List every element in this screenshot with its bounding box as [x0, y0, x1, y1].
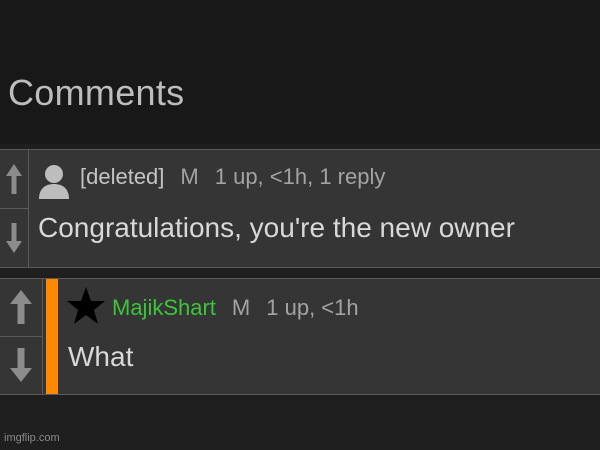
vote-controls — [0, 150, 29, 267]
upvote-button[interactable] — [0, 150, 28, 209]
comment-stats: 1 up, <1h — [266, 295, 359, 320]
comment-author[interactable]: [deleted] — [80, 164, 164, 189]
mod-flag: M — [180, 164, 199, 189]
person-icon — [39, 165, 69, 199]
arrow-down-icon — [6, 222, 22, 253]
comment-stats: 1 up, <1h, 1 reply — [214, 164, 386, 189]
comment-text: What — [68, 341, 134, 372]
arrow-down-icon — [10, 348, 32, 383]
comment-item: [deleted] M 1 up, <1h, 1 reply Congratulat… — [0, 149, 600, 268]
comments-heading: Comments — [8, 72, 185, 113]
watermark-text: imgflip.com — [4, 432, 60, 444]
comment-text: Congratulations, you're the new owner — [38, 212, 515, 243]
comment-meta: [deleted] M 1 up, <1h, 1 reply — [80, 164, 385, 190]
comment-reply-item: MajikShart M 1 up, <1h What — [0, 278, 600, 395]
arrow-up-icon — [10, 290, 32, 325]
arrow-up-icon — [6, 163, 22, 194]
vote-controls — [0, 279, 43, 394]
header-area: Comments — [0, 0, 600, 144]
star-icon — [67, 287, 105, 324]
downvote-button[interactable] — [0, 337, 42, 395]
mod-flag: M — [231, 295, 251, 320]
downvote-button[interactable] — [0, 209, 28, 268]
reply-indicator-bar — [46, 279, 58, 394]
comment-meta: MajikShart M 1 up, <1h — [112, 295, 359, 321]
upvote-button[interactable] — [0, 279, 42, 337]
comment-author[interactable]: MajikShart — [112, 295, 216, 320]
